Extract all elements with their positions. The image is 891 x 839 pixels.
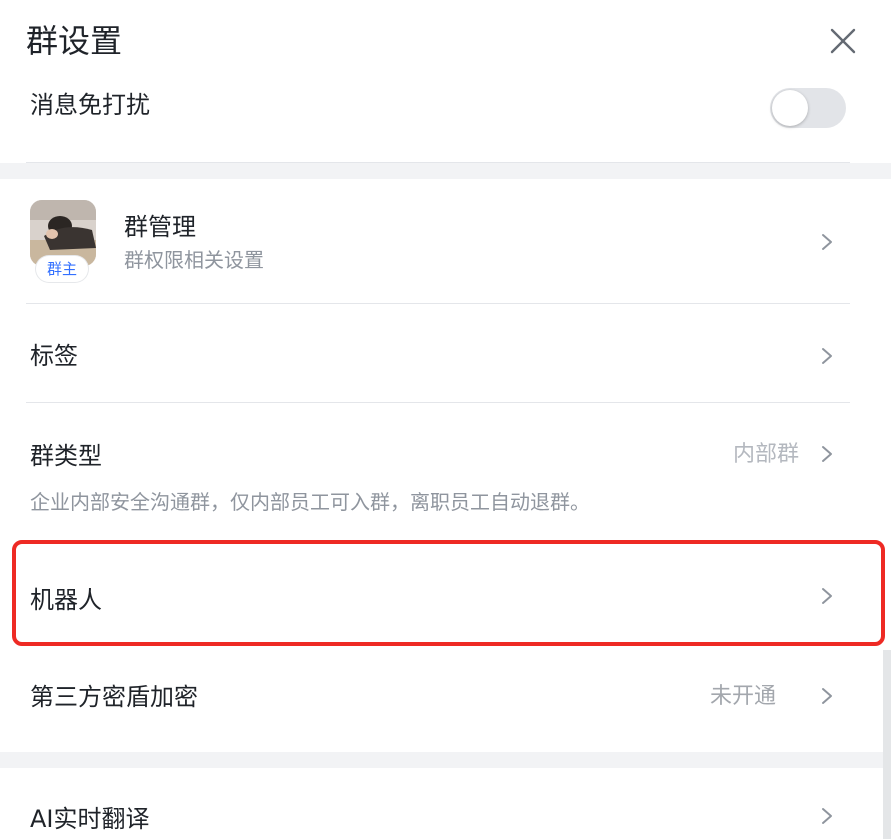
encryption-row[interactable]: 第三方密盾加密 未开通: [0, 650, 882, 750]
group-type-row[interactable]: 群类型 内部群: [0, 403, 882, 543]
close-button[interactable]: [826, 24, 860, 58]
group-type-description: 企业内部安全沟通群，仅内部员工可入群，离职员工自动退群。: [30, 490, 590, 514]
group-management-subtitle: 群权限相关设置: [124, 248, 264, 272]
mute-notifications-row: 消息免打扰: [0, 78, 891, 163]
chevron-right-icon: [819, 443, 835, 465]
chevron-right-icon: [819, 231, 835, 253]
ai-translate-label: AI实时翻译: [30, 805, 150, 833]
toggle-knob: [772, 90, 808, 126]
ai-translate-row[interactable]: AI实时翻译: [0, 768, 882, 839]
group-management-title: 群管理: [124, 213, 196, 241]
tags-row[interactable]: 标签: [0, 304, 882, 402]
encryption-value: 未开通: [710, 684, 777, 709]
section-gap: [0, 752, 891, 768]
chevron-right-icon: [819, 805, 835, 827]
highlight-box: [12, 540, 885, 646]
page-title: 群设置: [26, 22, 123, 60]
close-icon: [830, 28, 856, 54]
section-gap: [0, 163, 891, 179]
group-type-value: 内部群: [733, 442, 800, 467]
owner-badge: 群主: [36, 256, 88, 282]
tags-label: 标签: [30, 342, 78, 370]
chevron-right-icon: [819, 685, 835, 707]
mute-label: 消息免打扰: [30, 91, 150, 119]
group-settings-panel: 群设置 消息免打扰 群主 群管理 群权限相关设置 标签 群类型 内部群 企业内部…: [0, 0, 891, 839]
scrollbar[interactable]: [883, 650, 891, 839]
chevron-right-icon: [819, 345, 835, 367]
mute-toggle[interactable]: [770, 88, 846, 128]
group-type-label: 群类型: [30, 442, 102, 470]
panel-header: 群设置: [0, 0, 891, 86]
encryption-label: 第三方密盾加密: [30, 683, 198, 711]
